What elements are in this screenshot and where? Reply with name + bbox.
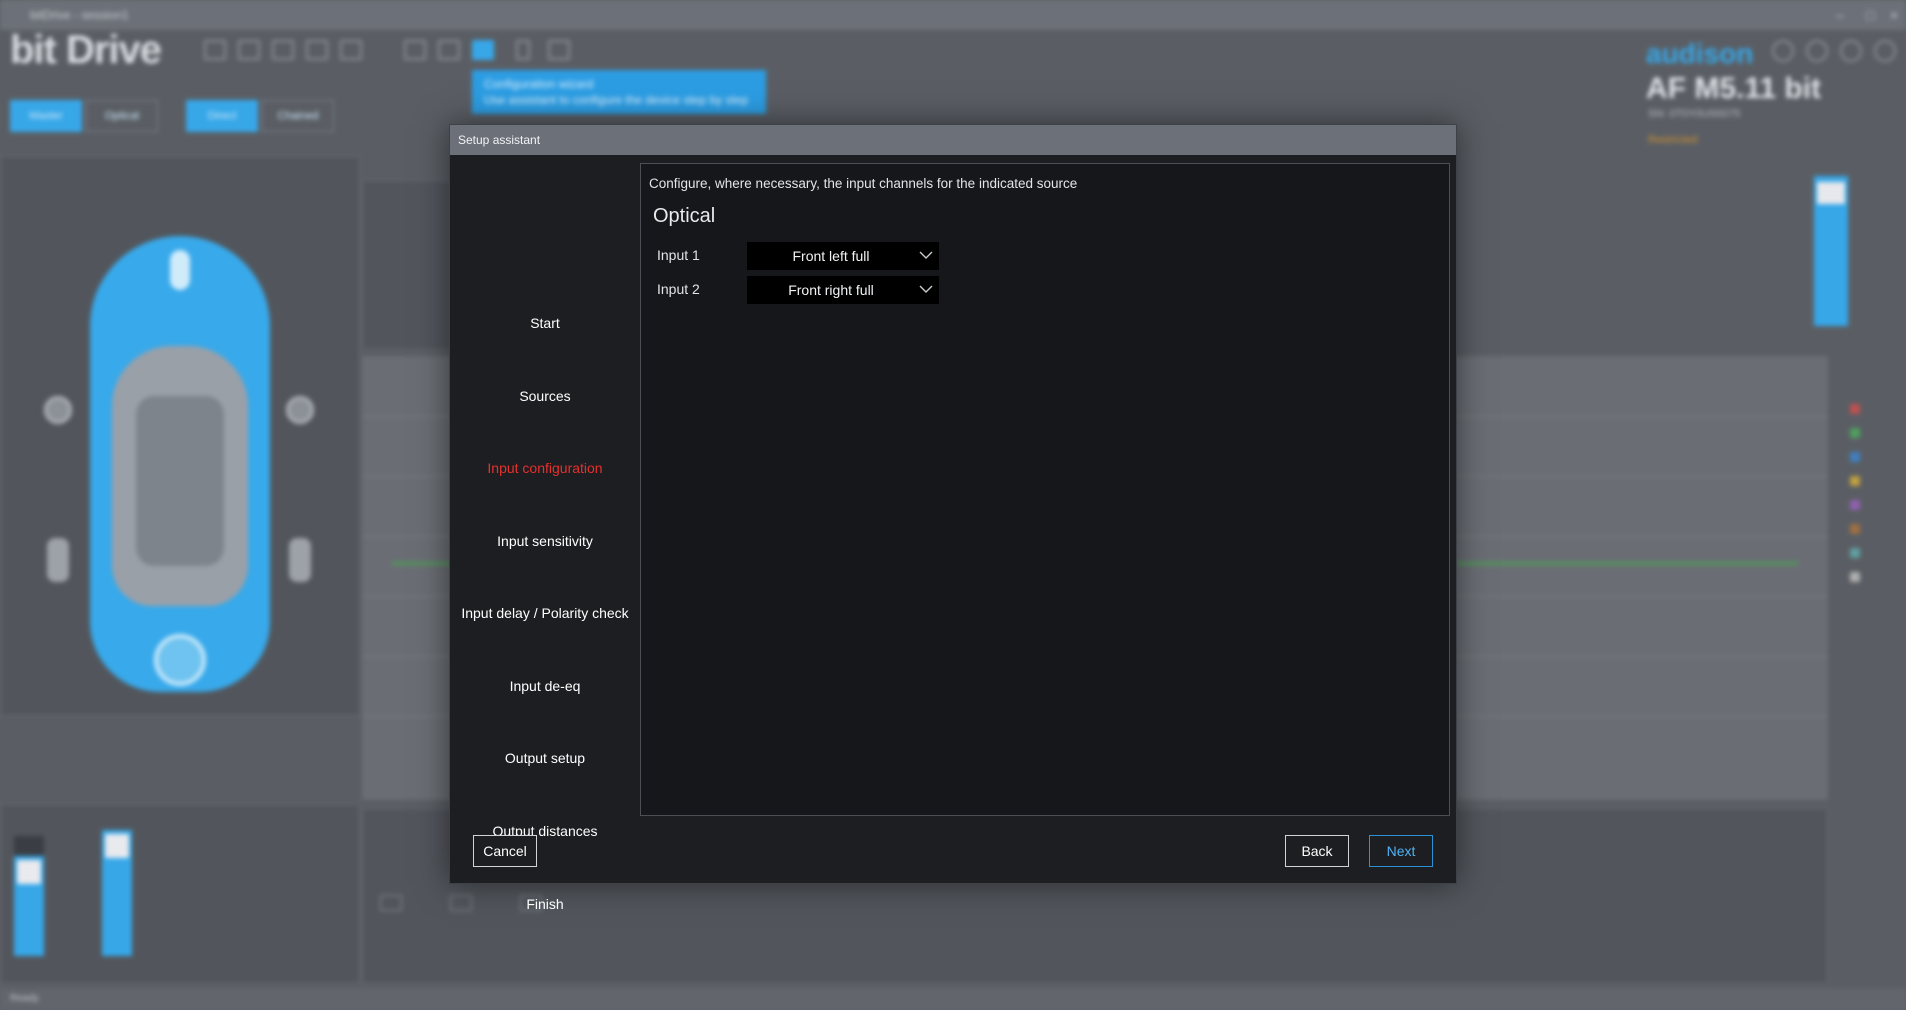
app-logo: bit Drive bbox=[10, 28, 162, 72]
legend-dot bbox=[1850, 452, 1860, 462]
back-button[interactable]: Back bbox=[1285, 835, 1349, 867]
speaker-front-right-icon bbox=[286, 396, 314, 424]
step-finish[interactable]: Finish bbox=[450, 894, 640, 914]
step-input-sensitivity[interactable]: Input sensitivity bbox=[450, 531, 640, 551]
video-icon bbox=[548, 40, 570, 60]
legend-dot bbox=[1850, 428, 1860, 438]
input-2-label: Input 2 bbox=[657, 281, 700, 297]
speaker-front-left-icon bbox=[44, 396, 72, 424]
device-model: AF M5.11 bit bbox=[1646, 72, 1822, 105]
maximize-icon: □ bbox=[1866, 7, 1875, 23]
device-status: Restricted bbox=[1648, 134, 1698, 146]
volume-panel bbox=[0, 804, 360, 984]
window-title: bitDrive - session1 bbox=[30, 8, 129, 22]
download-icon bbox=[340, 40, 362, 60]
input-2-selected-value: Front right full bbox=[788, 282, 874, 298]
master-volume-knob bbox=[1817, 182, 1845, 204]
pill-master: Master bbox=[10, 100, 82, 132]
window-titlebar: bitDrive - session1 – □ × bbox=[0, 0, 1906, 30]
source-title: Optical bbox=[653, 205, 716, 227]
info-icon bbox=[1840, 40, 1862, 62]
pill-chained: Chained bbox=[262, 100, 334, 132]
setup-assistant-dialog: Setup assistant Start Sources Input conf… bbox=[449, 124, 1457, 912]
input-1-label: Input 1 bbox=[657, 247, 700, 263]
tooltip-text: Use assistant to configure the device st… bbox=[484, 93, 749, 107]
new-icon bbox=[204, 40, 226, 60]
cancel-button[interactable]: Cancel bbox=[473, 835, 537, 867]
close-icon: × bbox=[1890, 7, 1899, 23]
dialog-title: Setup assistant bbox=[450, 125, 1456, 155]
step-content-panel: Configure, where necessary, the input ch… bbox=[640, 163, 1450, 816]
help-icon bbox=[1772, 40, 1794, 62]
wizard-icon bbox=[472, 40, 494, 60]
step-start[interactable]: Start bbox=[450, 313, 640, 333]
legend-dot bbox=[1850, 572, 1860, 582]
device-serial: SN: 0T0Y0U00075 bbox=[1648, 108, 1741, 120]
save-icon bbox=[272, 40, 294, 60]
minimize-icon: – bbox=[1836, 7, 1844, 23]
pill-direct: Direct bbox=[186, 100, 258, 132]
step-input-delay-polarity[interactable]: Input delay / Polarity check bbox=[450, 603, 640, 623]
open-icon bbox=[238, 40, 260, 60]
legend-dot bbox=[1850, 404, 1860, 414]
status-text: Ready bbox=[10, 993, 39, 1004]
step-output-setup[interactable]: Output setup bbox=[450, 748, 640, 768]
settings-icon bbox=[1806, 40, 1828, 62]
power-icon bbox=[1874, 40, 1896, 62]
step-sources[interactable]: Sources bbox=[450, 386, 640, 406]
car-illustration bbox=[90, 236, 270, 692]
car-seats bbox=[136, 396, 224, 566]
chevron-down-icon bbox=[919, 251, 933, 259]
speaker-rear-left-icon bbox=[47, 538, 69, 582]
input-1-channel-select[interactable]: Front left full bbox=[747, 242, 939, 270]
legend-dot bbox=[1850, 500, 1860, 510]
step-input-de-eq[interactable]: Input de-eq bbox=[450, 676, 640, 696]
step-input-configuration[interactable]: Input configuration bbox=[450, 458, 640, 478]
input-meter-panel bbox=[362, 180, 452, 350]
upload-icon bbox=[306, 40, 328, 60]
car-sub-speaker bbox=[154, 634, 206, 686]
subvol-knob bbox=[105, 834, 129, 858]
channel-cell bbox=[720, 898, 750, 912]
wizard-steps-list: Start Sources Input configuration Input … bbox=[450, 155, 640, 912]
tools-icon bbox=[438, 40, 460, 60]
channel-cell bbox=[660, 898, 690, 912]
legend-dot bbox=[1850, 524, 1860, 534]
input-1-selected-value: Front left full bbox=[792, 248, 870, 264]
instruction-text: Configure, where necessary, the input ch… bbox=[649, 176, 1078, 191]
speaker-rear-right-icon bbox=[289, 538, 311, 582]
pill-optical: Optical bbox=[86, 100, 158, 132]
wizard-tooltip: Configuration wizard Use assistant to co… bbox=[472, 70, 766, 114]
input-2-channel-select[interactable]: Front right full bbox=[747, 276, 939, 304]
car-hood bbox=[170, 250, 190, 290]
status-bar: Ready bbox=[0, 988, 1906, 1010]
next-button[interactable]: Next bbox=[1369, 835, 1433, 867]
tooltip-title: Configuration wizard bbox=[484, 77, 594, 91]
volume-knob bbox=[17, 860, 41, 884]
brand-logo: audison bbox=[1646, 38, 1754, 69]
layout-icon bbox=[404, 40, 426, 60]
legend-dot bbox=[1850, 476, 1860, 486]
chevron-down-icon bbox=[919, 285, 933, 293]
legend-dot bbox=[1850, 548, 1860, 558]
channel-button bbox=[380, 895, 402, 911]
lock-icon bbox=[516, 40, 530, 60]
